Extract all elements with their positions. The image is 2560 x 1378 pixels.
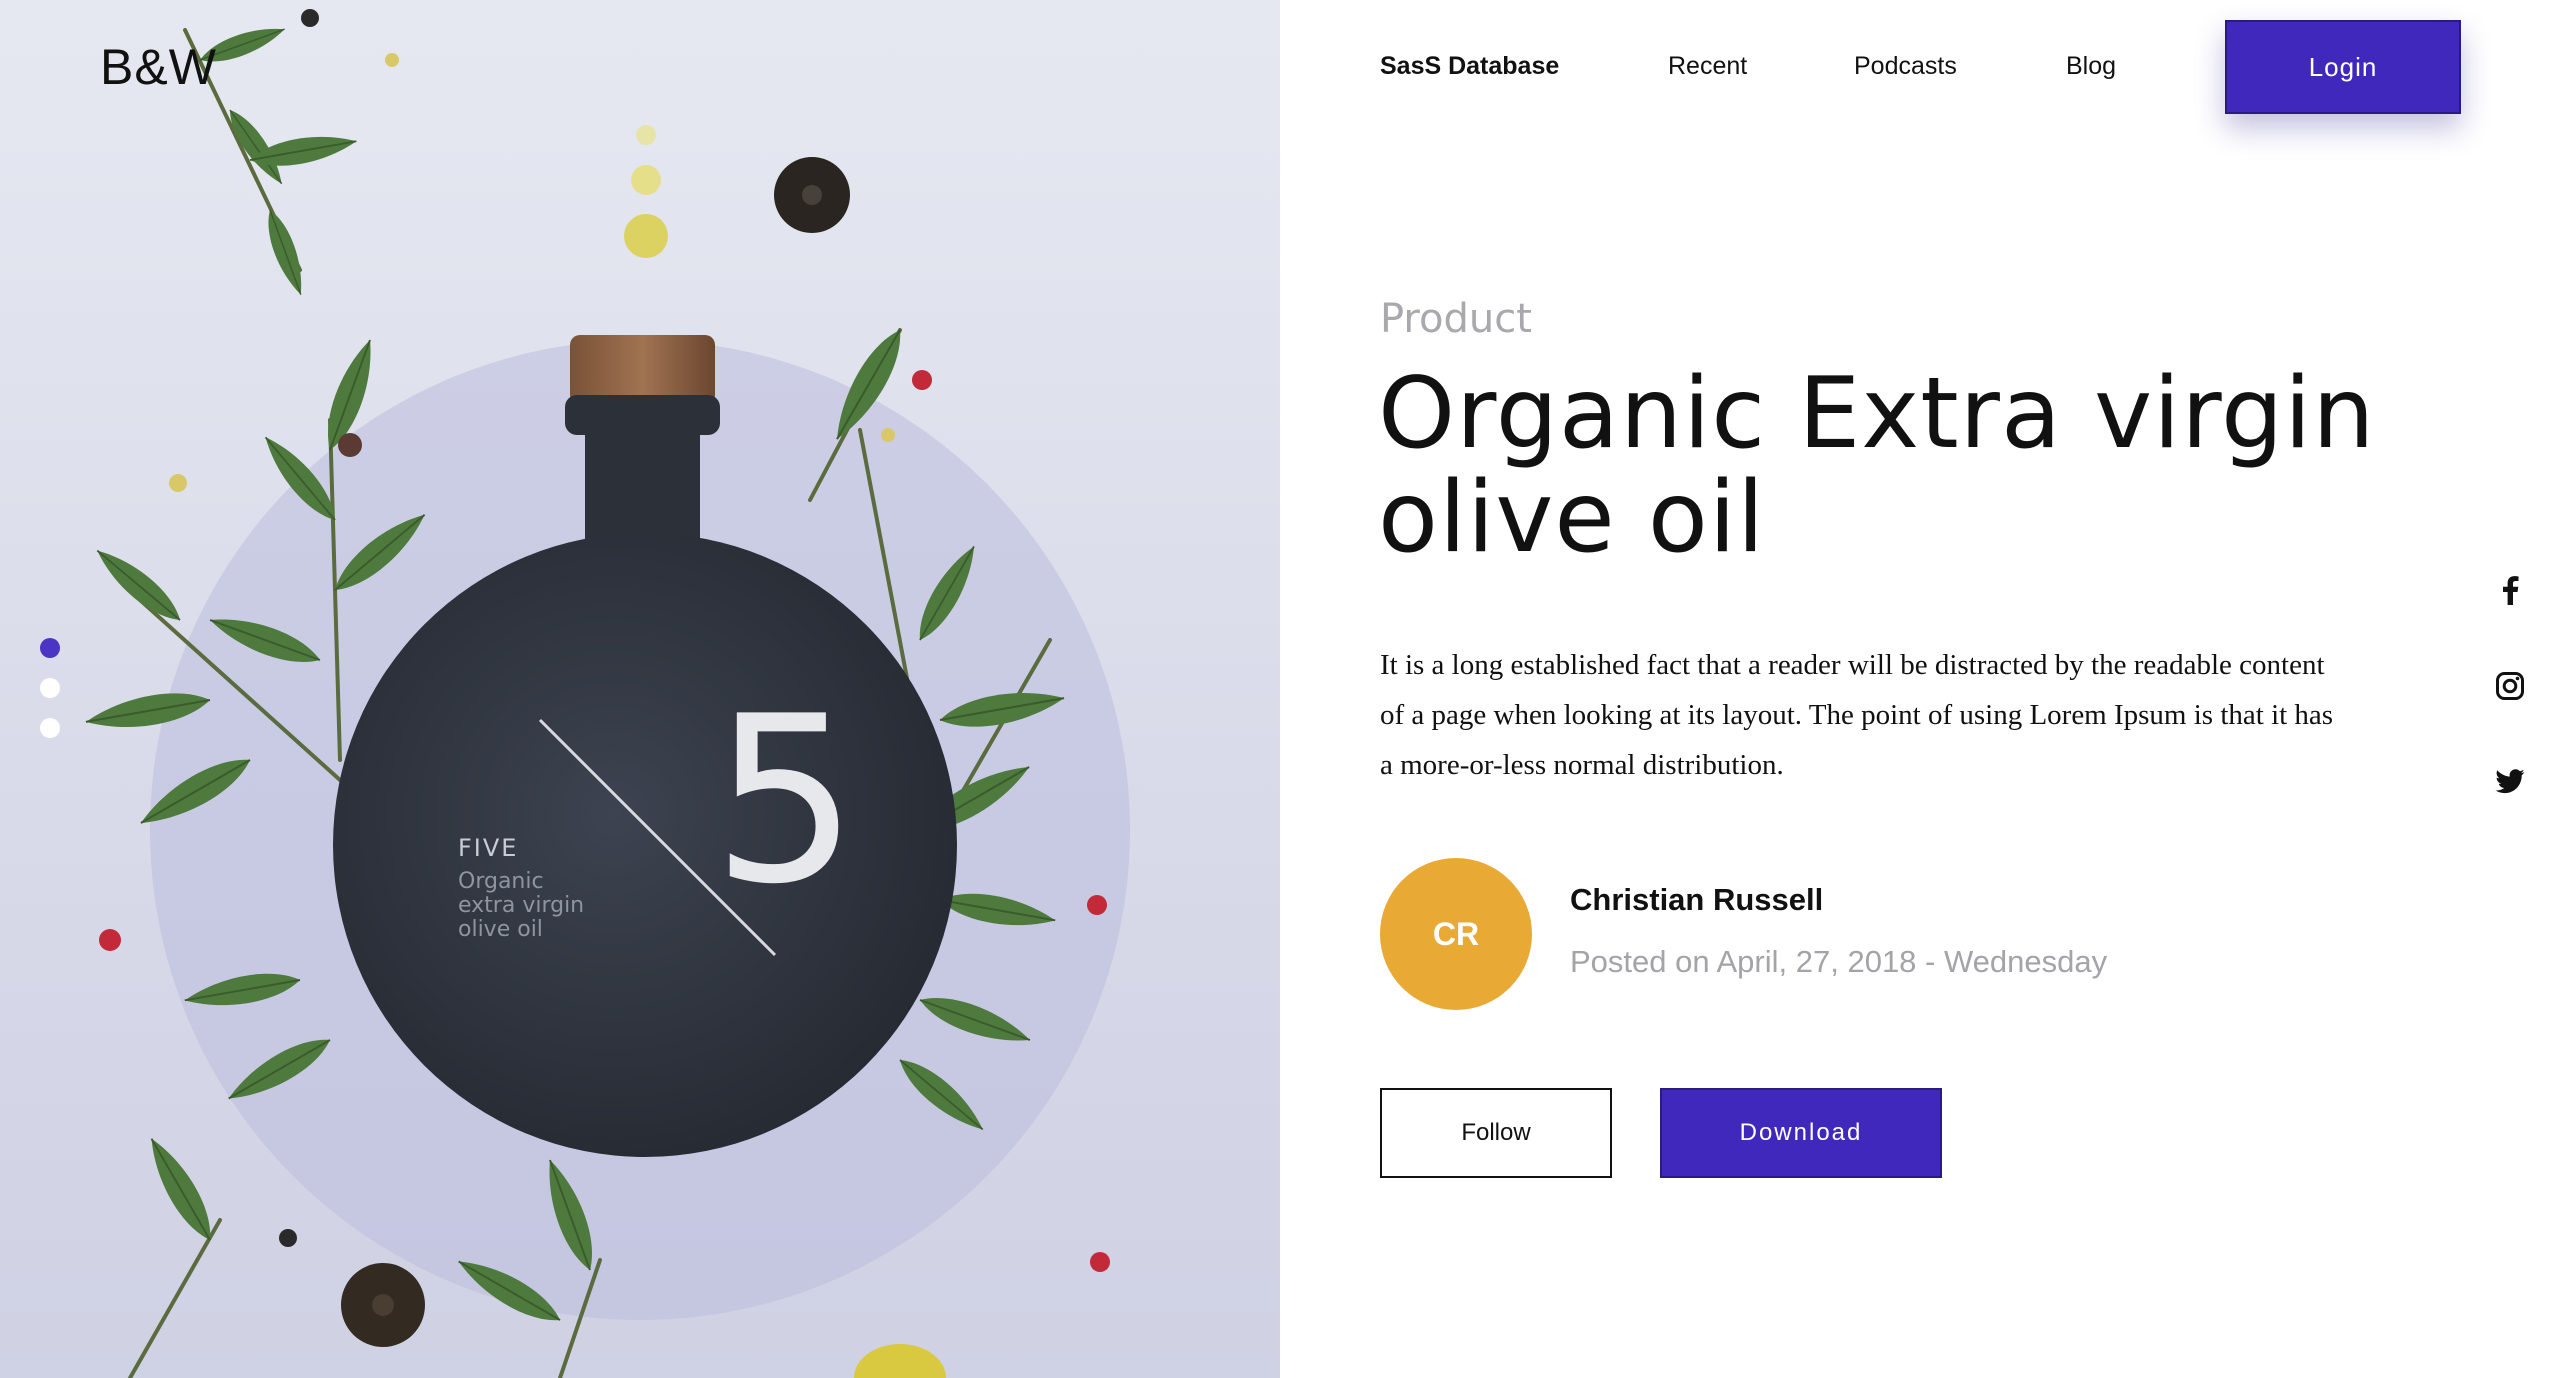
hero-image: 5 FIVE Organic extra virgin olive oil B&… xyxy=(0,0,1280,1378)
avatar[interactable]: CR xyxy=(1380,858,1532,1010)
social-links xyxy=(2490,570,2530,858)
brand-logo[interactable]: B&W xyxy=(100,38,217,96)
svg-text:5: 5 xyxy=(712,668,858,935)
nav-item-sass-database[interactable]: SasS Database xyxy=(1380,52,1559,81)
facebook-icon[interactable] xyxy=(2490,570,2530,610)
nav-item-blog[interactable]: Blog xyxy=(2066,52,2116,81)
article-title-line-1: Organic Extra virgin xyxy=(1378,357,2376,471)
post-date: Posted on April, 27, 2018 - Wednesday xyxy=(1570,944,2108,979)
slide-dot-3[interactable] xyxy=(40,718,60,738)
author-name[interactable]: Christian Russell xyxy=(1570,882,1823,918)
instagram-icon[interactable] xyxy=(2490,666,2530,706)
svg-text:FIVE: FIVE xyxy=(458,834,518,862)
twitter-icon[interactable] xyxy=(2490,762,2530,802)
article-category: Product xyxy=(1380,296,1532,342)
svg-text:olive oil: olive oil xyxy=(458,917,543,942)
article-title: Organic Extra virgin olive oil xyxy=(1378,362,2378,570)
author-block: CR Christian Russell Posted on April, 27… xyxy=(1380,858,2280,1010)
svg-text:Organic: Organic xyxy=(458,869,544,894)
slide-indicator xyxy=(40,638,60,758)
article-title-line-2: olive oil xyxy=(1378,461,1766,575)
slide-dot-1[interactable] xyxy=(40,638,60,658)
login-button[interactable]: Login xyxy=(2225,20,2461,114)
article-description: It is a long established fact that a rea… xyxy=(1380,649,2334,781)
nav-item-recent[interactable]: Recent xyxy=(1668,52,1747,81)
download-button[interactable]: Download xyxy=(1660,1088,1942,1178)
follow-button[interactable]: Follow xyxy=(1380,1088,1612,1178)
olive-oil-bottle-illustration: 5 FIVE Organic extra virgin olive oil xyxy=(82,9,1130,1378)
svg-text:extra virgin: extra virgin xyxy=(458,893,584,918)
slide-dot-2[interactable] xyxy=(40,678,60,698)
nav-item-podcasts[interactable]: Podcasts xyxy=(1854,52,1957,81)
